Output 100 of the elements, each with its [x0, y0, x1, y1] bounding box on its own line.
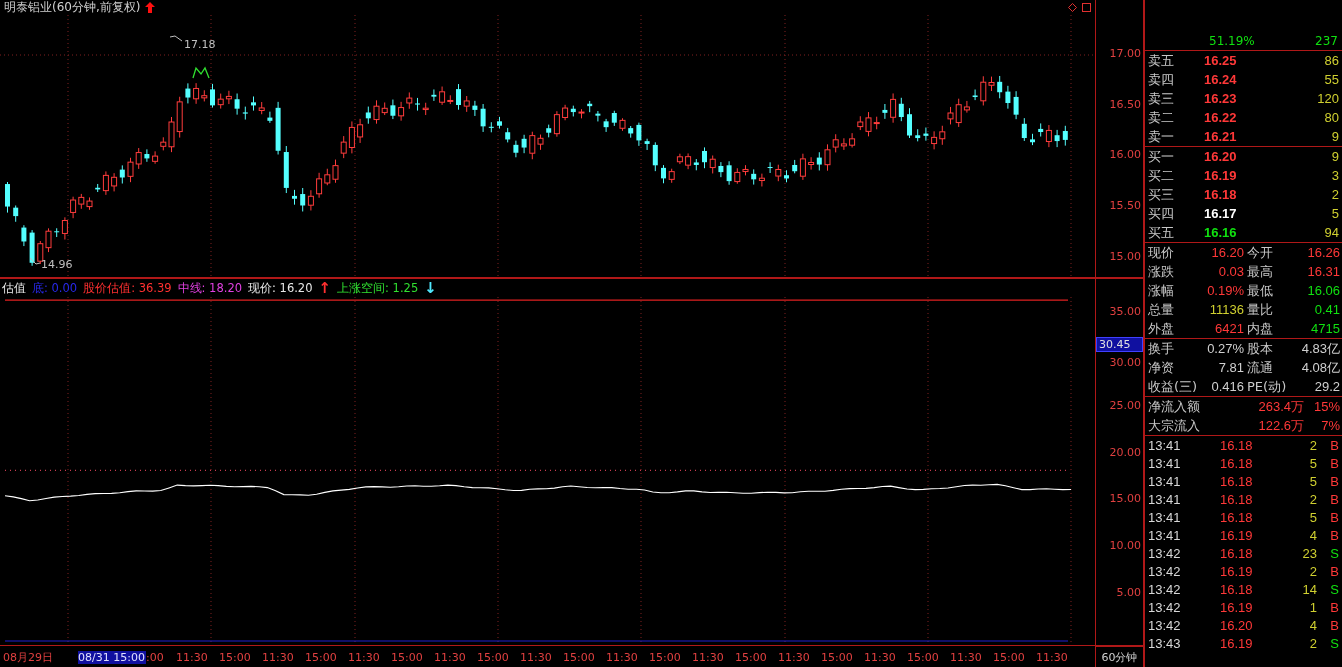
quote-label: 换手 [1148, 339, 1175, 358]
quote-value: 4715 [1310, 321, 1340, 336]
trade-price: 16.19 [1220, 635, 1254, 651]
order-price: 16.17 [1204, 206, 1238, 221]
time-axis-label: 15:00 [477, 650, 510, 664]
square-icon[interactable] [1082, 3, 1091, 12]
price-axis-label: 17.00 [1109, 47, 1141, 60]
quote-label: 净资 [1148, 358, 1175, 377]
trade-side: B [1329, 617, 1339, 633]
trade-volume: 2 [1308, 635, 1317, 651]
time-axis-label: 15:00 [391, 650, 424, 664]
value-axis-label: 20.00 [1109, 445, 1141, 459]
quote-value: 11136 [1208, 302, 1244, 317]
order-level-label: 卖三 [1148, 89, 1175, 108]
time-axis-label: 15:00 [219, 650, 252, 664]
quote-label: 收益(三) [1148, 377, 1198, 396]
time-axis-label: 11:30 [692, 650, 725, 664]
quote-value: 16.31 [1306, 264, 1340, 279]
quote-value: 7.81 [1217, 360, 1244, 375]
indicator-value: ↑ [318, 279, 332, 297]
quote-value: 237 [1315, 34, 1338, 48]
flow-share: 7% [1320, 418, 1340, 433]
period-label[interactable]: 60分钟 [1096, 645, 1143, 667]
trade-volume: 2 [1308, 563, 1317, 579]
quote-value: 0.416 [1210, 379, 1244, 394]
order-level-label: 买三 [1148, 185, 1175, 204]
trade-time: 13:42 [1148, 617, 1182, 633]
trade-side: B [1329, 473, 1339, 489]
time-axis-label: 11:30 [864, 650, 897, 664]
order-price: 16.22 [1204, 110, 1238, 125]
quote-label: 外盘 [1148, 319, 1175, 338]
quote-label: PE(动) [1246, 377, 1288, 396]
trade-volume: 4 [1308, 617, 1317, 633]
cursor-value-label: 30.45 [1096, 337, 1143, 352]
quote-label: 涨跌 [1148, 262, 1175, 281]
trade-time: 13:41 [1148, 455, 1182, 471]
order-price: 16.25 [1204, 53, 1238, 68]
flow-value: 122.6万 [1257, 416, 1304, 435]
indicator-value: 上涨空间: 1.25 [337, 280, 419, 296]
trade-price: 16.19 [1220, 527, 1254, 543]
trade-time: 13:41 [1148, 491, 1182, 507]
quote-value: 16.20 [1210, 245, 1244, 260]
order-level-label: 卖四 [1148, 70, 1175, 89]
time-axis-label: 08月29日 [2, 649, 54, 665]
time-axis-label: 11:30 [176, 650, 209, 664]
trade-price: 16.18 [1220, 581, 1254, 597]
price-axis-label: 15.00 [1109, 249, 1141, 263]
order-volume: 2 [1330, 187, 1339, 202]
price-axis-label: 16.50 [1109, 97, 1141, 111]
order-level-label: 买四 [1148, 204, 1175, 223]
quote-value: 4.83亿 [1300, 339, 1340, 358]
trade-price: 16.18 [1220, 545, 1254, 561]
value-axis-label: 25.00 [1109, 398, 1141, 412]
quote-value: 4.08亿 [1300, 358, 1340, 377]
order-price: 16.18 [1204, 187, 1238, 202]
leader-line [29, 257, 41, 265]
signal-icon [192, 66, 210, 79]
quote-label: 股本 [1246, 339, 1274, 358]
indicator-value: ↓ [424, 279, 437, 297]
indicator-value: 底: 0.00 [32, 280, 78, 296]
quote-label: 今开 [1246, 243, 1274, 262]
quote-value: 16.26 [1306, 245, 1340, 260]
order-level-label: 卖二 [1148, 108, 1175, 127]
diamond-icon[interactable] [1068, 3, 1077, 12]
trade-side: B [1329, 491, 1339, 507]
order-price: 16.20 [1204, 149, 1238, 164]
trade-side: B [1329, 527, 1339, 543]
order-volume: 80 [1323, 110, 1339, 125]
trade-price: 16.19 [1220, 599, 1254, 615]
trade-volume: 2 [1308, 491, 1317, 507]
quote-label: 最低 [1246, 281, 1274, 300]
order-price: 16.16 [1204, 225, 1238, 240]
time-axis-label: 15:00 [563, 650, 596, 664]
order-level-label: 买二 [1148, 166, 1175, 185]
trade-time: 13:42 [1148, 545, 1182, 561]
trade-volume: 5 [1308, 509, 1317, 525]
indicator-value: 股价估值: 36.39 [83, 280, 172, 296]
order-volume: 9 [1330, 149, 1339, 164]
order-price: 16.19 [1204, 168, 1238, 183]
order-price: 16.24 [1204, 72, 1238, 87]
quote-label: 现价 [1148, 243, 1175, 262]
quote-label: 流通 [1246, 358, 1274, 377]
time-axis-label: 11:30 [1036, 650, 1069, 664]
time-axis-label: 11:30 [262, 650, 295, 664]
trade-time: 13:41 [1148, 527, 1182, 543]
time-axis-label: 11:30 [778, 650, 811, 664]
flow-label: 净流入额 [1148, 397, 1201, 416]
time-axis-label: 15:00 [735, 650, 768, 664]
time-axis-label: 15:00 [907, 650, 940, 664]
high-price-label: 17.18 [184, 38, 216, 51]
quote-value: 0.41 [1313, 302, 1340, 317]
quote-value: 51.19% [1209, 34, 1256, 48]
trade-side: B [1329, 599, 1339, 615]
value-axis-label: 35.00 [1109, 305, 1141, 318]
trade-volume: 5 [1308, 473, 1317, 489]
time-axis-label: 11:30 [520, 650, 553, 664]
indicator-value: 中线: 18.20 [177, 280, 243, 296]
time-axis-label: :00 [146, 650, 165, 664]
quote-value: 29.2 [1313, 379, 1340, 394]
value-axis-label: 15.00 [1109, 492, 1141, 506]
